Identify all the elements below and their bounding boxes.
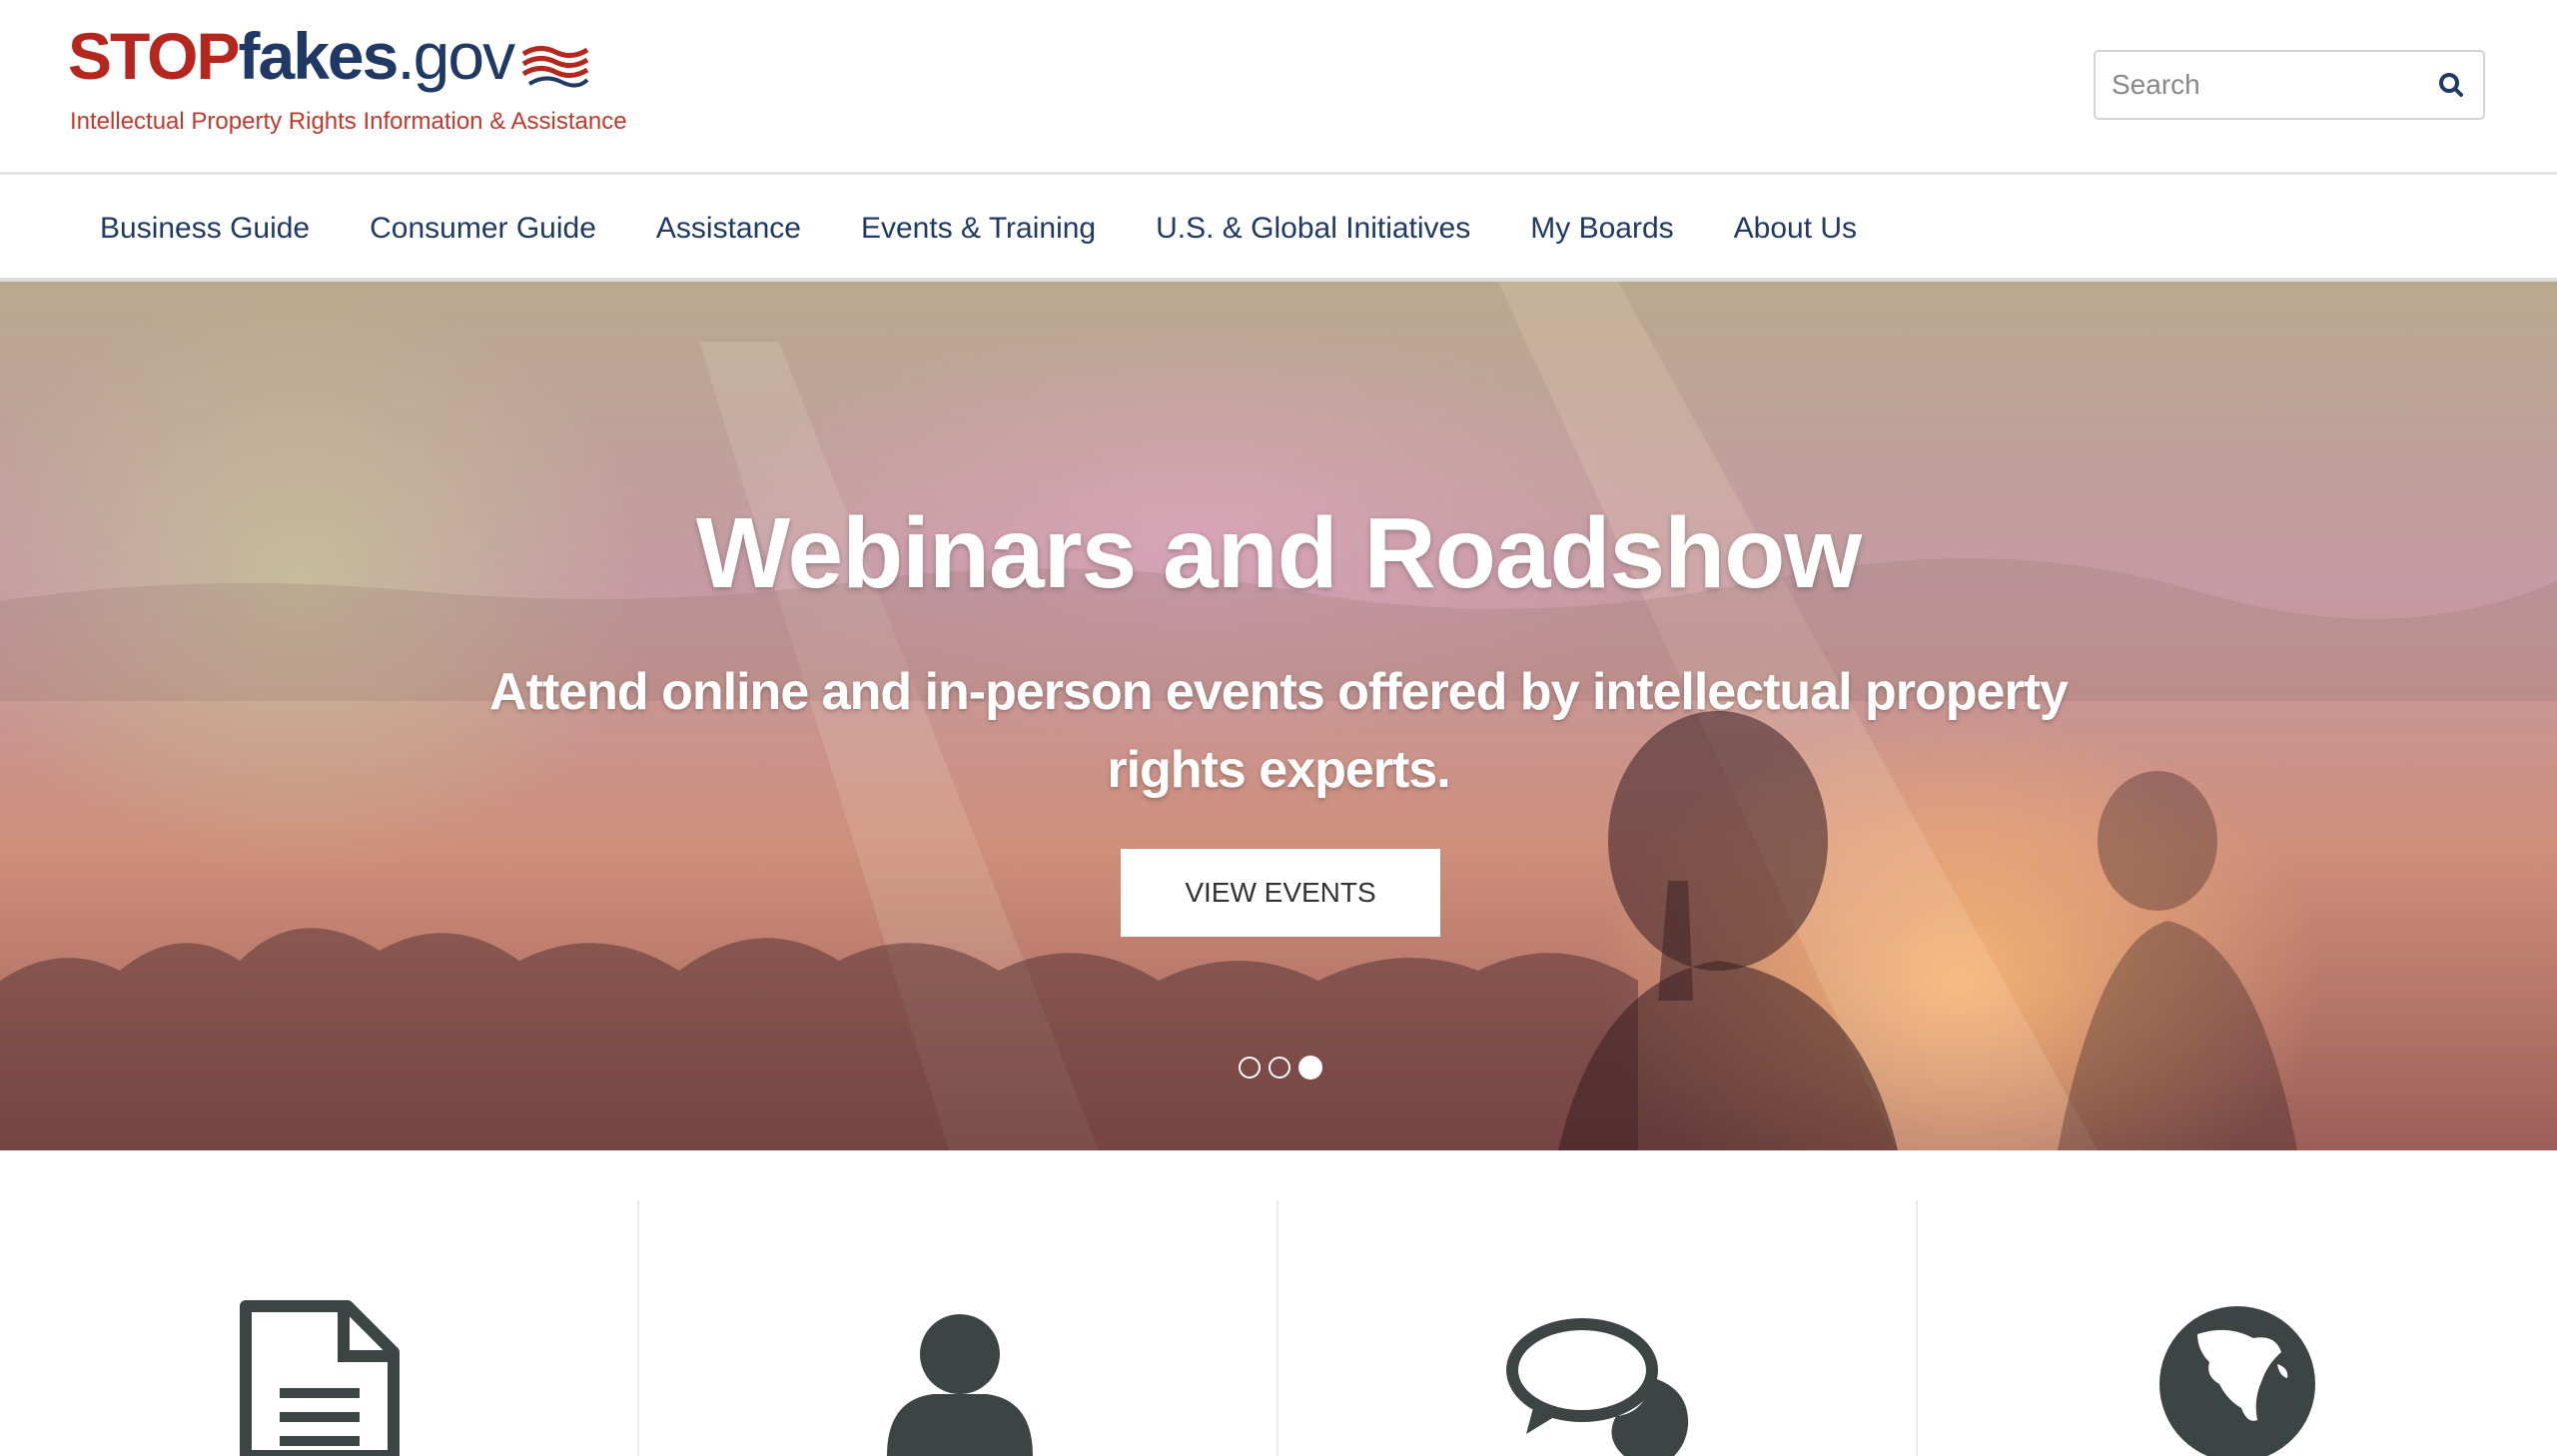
hero-carousel: Webinars and Roadshow Attend online and … <box>0 282 2557 1150</box>
chat-bubbles-icon <box>1506 1318 1689 1456</box>
nav-item-assistance[interactable]: Assistance <box>656 212 801 246</box>
logo-wordmark: STOPfakes.gov <box>68 19 515 93</box>
feature-assistance-tile[interactable] <box>1278 1200 1918 1456</box>
nav-item-global-initiatives[interactable]: U.S. & Global Initiatives <box>1156 212 1470 246</box>
main-nav: Business Guide Consumer Guide Assistance… <box>0 175 2557 282</box>
site-header: STOPfakes.gov Intellectual Property Righ… <box>0 0 2557 175</box>
nav-item-business-guide[interactable]: Business Guide <box>100 212 310 246</box>
carousel-dot-3-active[interactable] <box>1298 1056 1322 1080</box>
flag-stripes-icon <box>521 46 589 88</box>
main-nav-list: Business Guide Consumer Guide Assistance… <box>100 175 1917 282</box>
nav-item-my-boards[interactable]: My Boards <box>1530 212 1673 246</box>
carousel-indicators <box>1239 1056 1322 1080</box>
nav-item-events-training[interactable]: Events & Training <box>861 212 1096 246</box>
globe-icon <box>2159 1306 2315 1456</box>
user-icon <box>887 1314 1033 1456</box>
search-button[interactable] <box>2435 69 2469 103</box>
document-icon <box>240 1300 400 1456</box>
carousel-dot-1[interactable] <box>1239 1057 1261 1079</box>
search-input[interactable] <box>2112 52 2411 118</box>
feature-links-row <box>0 1150 2557 1456</box>
logo-tagline: Intellectual Property Rights Information… <box>70 108 627 135</box>
feature-consumer-tile[interactable] <box>639 1200 1278 1456</box>
nav-item-about-us[interactable]: About Us <box>1734 212 1857 246</box>
hero-title: Webinars and Roadshow <box>695 497 1862 609</box>
nav-item-consumer-guide[interactable]: Consumer Guide <box>370 212 596 246</box>
feature-business-tile[interactable] <box>0 1200 639 1456</box>
search-box <box>2094 50 2485 120</box>
hero-subtitle: Attend online and in-person events offer… <box>489 663 2069 799</box>
logo-gov-text: .gov <box>397 19 515 93</box>
logo-stop-text: STOP <box>68 19 241 93</box>
logo-fakes-text: fakes <box>238 19 400 93</box>
feature-global-tile[interactable] <box>1918 1200 2557 1456</box>
carousel-dot-2[interactable] <box>1269 1057 1290 1079</box>
search-icon <box>2439 73 2463 97</box>
site-logo[interactable]: STOPfakes.gov Intellectual Property Righ… <box>68 20 687 140</box>
view-events-button[interactable]: VIEW EVENTS <box>1121 849 1440 937</box>
